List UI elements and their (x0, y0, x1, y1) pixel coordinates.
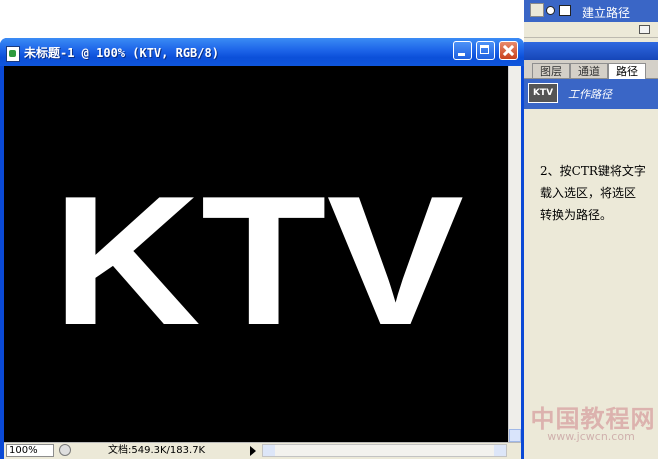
panel-tabs: 图层 通道 路径 (524, 60, 658, 79)
watermark-url: www.jcwcn.com (547, 430, 635, 443)
trash-icon[interactable] (639, 25, 650, 34)
vertical-scrollbar[interactable] (508, 66, 521, 442)
status-bar: 100% 文档:549.3K/183.7K (4, 442, 521, 459)
tab-layers[interactable]: 图层 (532, 63, 570, 78)
image-canvas[interactable]: KTV (4, 66, 508, 442)
panel-title-bar[interactable] (524, 42, 658, 60)
canvas-ktv-text: KTV (52, 157, 464, 363)
history-step-icon (559, 5, 571, 16)
ktv-text: KTV (52, 157, 464, 363)
paths-panel-body: 2、按CTR键将文字 载入选区，将选区 转换为路径。 中国教程网 www.jcw… (524, 109, 658, 459)
document-title-bar[interactable]: 未标题-1 @ 100% (KTV, RGB/8) (0, 38, 524, 66)
tutorial-instructions: 2、按CTR键将文字 载入选区，将选区 转换为路径。 (540, 160, 656, 226)
scroll-down-button[interactable] (509, 429, 521, 442)
history-step-label: 建立路径 (582, 6, 631, 20)
document-window: 未标题-1 @ 100% (KTV, RGB/8) KTV 100% 文档:54… (0, 38, 524, 459)
history-step-row[interactable]: 建立路径 (524, 0, 658, 22)
path-thumbnail: KTV (528, 83, 558, 103)
history-panel-footer (524, 22, 658, 38)
right-panel-dock: 建立路径 图层 通道 路径 KTV 工作路径 2、按CTR键将文字 载入选区，将… (524, 0, 658, 459)
tab-channels[interactable]: 通道 (570, 63, 608, 78)
history-state-marker-icon[interactable] (546, 6, 555, 15)
instruction-line: 2、按CTR键将文字 (540, 164, 646, 178)
scroll-left-button[interactable] (263, 445, 275, 456)
instruction-line: 载入选区，将选区 (540, 186, 637, 200)
zoom-field[interactable]: 100% (6, 444, 54, 457)
status-info-icon[interactable] (59, 444, 71, 456)
status-menu-arrow-icon[interactable] (250, 446, 256, 456)
document-size: 文档:549.3K/183.7K (108, 445, 206, 456)
watermark-site-name: 中国教程网 (530, 404, 656, 433)
instruction-line: 转换为路径。 (540, 208, 613, 222)
history-snapshot-box[interactable] (530, 3, 544, 17)
document-title: 未标题-1 @ 100% (KTV, RGB/8) (24, 46, 219, 60)
scroll-right-button[interactable] (494, 445, 506, 456)
work-path-row[interactable]: KTV 工作路径 (524, 79, 658, 109)
path-name: 工作路径 (568, 88, 612, 101)
horizontal-scrollbar[interactable] (262, 444, 507, 457)
minimize-button[interactable] (453, 41, 472, 60)
close-button[interactable] (499, 41, 518, 60)
maximize-button[interactable] (476, 41, 495, 60)
tab-paths[interactable]: 路径 (608, 63, 646, 79)
document-icon (6, 46, 20, 62)
